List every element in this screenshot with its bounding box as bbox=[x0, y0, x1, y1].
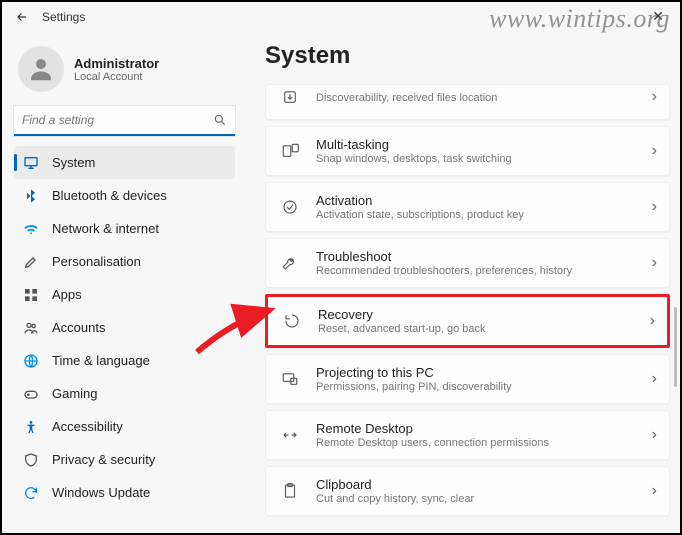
card-multitasking[interactable]: Multi-tasking Snap windows, desktops, ta… bbox=[265, 126, 670, 176]
card-sub: Permissions, pairing PIN, discoverabilit… bbox=[316, 381, 652, 393]
sidebar-item-privacy[interactable]: Privacy & security bbox=[14, 443, 235, 476]
chevron-icon: › bbox=[652, 88, 657, 106]
card-clipboard[interactable]: Clipboard Cut and copy history, sync, cl… bbox=[265, 466, 670, 516]
sidebar-item-accessibility[interactable]: Accessibility bbox=[14, 410, 235, 443]
wifi-icon bbox=[22, 220, 40, 238]
shield-icon bbox=[22, 451, 40, 469]
search-input[interactable] bbox=[14, 106, 235, 136]
chevron-icon: › bbox=[652, 142, 657, 160]
accounts-icon bbox=[22, 319, 40, 337]
settings-list: Discoverability, received files location… bbox=[265, 84, 670, 516]
sidebar-item-label: Time & language bbox=[52, 353, 150, 368]
clipboard-icon bbox=[278, 479, 302, 503]
sidebar-item-time[interactable]: Time & language bbox=[14, 344, 235, 377]
remote-icon bbox=[278, 423, 302, 447]
card-sub: Discoverability, received files location bbox=[316, 92, 652, 104]
sidebar-item-label: Bluetooth & devices bbox=[52, 188, 167, 203]
card-title: Remote Desktop bbox=[316, 421, 652, 436]
window-title: Settings bbox=[42, 10, 85, 24]
card-title: Projecting to this PC bbox=[316, 365, 652, 380]
card-sub: Reset, advanced start-up, go back bbox=[318, 323, 650, 335]
update-icon bbox=[22, 484, 40, 502]
apps-icon bbox=[22, 286, 40, 304]
chevron-icon: › bbox=[652, 198, 657, 216]
chevron-icon: › bbox=[652, 370, 657, 388]
sidebar-item-update[interactable]: Windows Update bbox=[14, 476, 235, 509]
card-nearby-sharing[interactable]: Discoverability, received files location… bbox=[265, 84, 670, 120]
titlebar: Settings ✕ bbox=[2, 2, 680, 32]
paint-icon bbox=[22, 253, 40, 271]
sidebar-item-label: Windows Update bbox=[52, 485, 150, 500]
sidebar-item-label: Privacy & security bbox=[52, 452, 155, 467]
card-projecting[interactable]: Projecting to this PC Permissions, pairi… bbox=[265, 354, 670, 404]
main-panel: System Discoverability, received files l… bbox=[247, 32, 680, 533]
card-recovery[interactable]: Recovery Reset, advanced start-up, go ba… bbox=[265, 294, 670, 348]
card-title: Troubleshoot bbox=[316, 249, 652, 264]
back-button[interactable] bbox=[10, 5, 34, 29]
user-sub: Local Account bbox=[74, 71, 159, 83]
sidebar-item-label: System bbox=[52, 155, 95, 170]
sidebar-item-label: Gaming bbox=[52, 386, 98, 401]
nav-list: System Bluetooth & devices Network & int… bbox=[14, 146, 235, 509]
card-title: Recovery bbox=[318, 307, 650, 322]
sidebar-item-label: Accounts bbox=[52, 320, 105, 335]
scrollbar[interactable] bbox=[672, 67, 678, 529]
accessibility-icon bbox=[22, 418, 40, 436]
chevron-icon: › bbox=[652, 254, 657, 272]
user-block[interactable]: Administrator Local Account bbox=[18, 46, 235, 92]
page-title: System bbox=[265, 42, 670, 70]
sidebar-item-accounts[interactable]: Accounts bbox=[14, 311, 235, 344]
bluetooth-icon bbox=[22, 187, 40, 205]
sidebar-item-personalisation[interactable]: Personalisation bbox=[14, 245, 235, 278]
share-icon bbox=[278, 85, 302, 109]
card-remote-desktop[interactable]: Remote Desktop Remote Desktop users, con… bbox=[265, 410, 670, 460]
sidebar-item-label: Apps bbox=[52, 287, 82, 302]
close-button[interactable]: ✕ bbox=[644, 6, 672, 27]
chevron-icon: › bbox=[652, 482, 657, 500]
chevron-icon: › bbox=[652, 426, 657, 444]
sidebar-item-label: Accessibility bbox=[52, 419, 123, 434]
sidebar: Administrator Local Account System Bluet… bbox=[2, 32, 247, 533]
card-activation[interactable]: Activation Activation state, subscriptio… bbox=[265, 182, 670, 232]
sidebar-item-gaming[interactable]: Gaming bbox=[14, 377, 235, 410]
project-icon bbox=[278, 367, 302, 391]
card-sub: Activation state, subscriptions, product… bbox=[316, 209, 652, 221]
settings-window: www.wintips.org Settings ✕ Administrator… bbox=[2, 2, 680, 533]
recovery-icon bbox=[280, 309, 304, 333]
wrench-icon bbox=[278, 251, 302, 275]
chevron-icon: › bbox=[650, 312, 655, 330]
card-sub: Recommended troubleshooters, preferences… bbox=[316, 265, 652, 277]
card-sub: Remote Desktop users, connection permiss… bbox=[316, 437, 652, 449]
activation-icon bbox=[278, 195, 302, 219]
card-sub: Cut and copy history, sync, clear bbox=[316, 493, 652, 505]
user-name: Administrator bbox=[74, 56, 159, 71]
globe-icon bbox=[22, 352, 40, 370]
sidebar-item-apps[interactable]: Apps bbox=[14, 278, 235, 311]
sidebar-item-network[interactable]: Network & internet bbox=[14, 212, 235, 245]
multitask-icon bbox=[278, 139, 302, 163]
sidebar-item-bluetooth[interactable]: Bluetooth & devices bbox=[14, 179, 235, 212]
card-troubleshoot[interactable]: Troubleshoot Recommended troubleshooters… bbox=[265, 238, 670, 288]
card-title: Multi-tasking bbox=[316, 137, 652, 152]
sidebar-item-label: Network & internet bbox=[52, 221, 159, 236]
sidebar-item-label: Personalisation bbox=[52, 254, 141, 269]
content-area: Administrator Local Account System Bluet… bbox=[2, 32, 680, 533]
avatar bbox=[18, 46, 64, 92]
gaming-icon bbox=[22, 385, 40, 403]
card-title: Activation bbox=[316, 193, 652, 208]
card-title: Clipboard bbox=[316, 477, 652, 492]
scrollbar-thumb[interactable] bbox=[674, 307, 677, 387]
system-icon bbox=[22, 154, 40, 172]
sidebar-item-system[interactable]: System bbox=[14, 146, 235, 179]
search-wrap bbox=[14, 106, 235, 136]
search-icon bbox=[213, 113, 227, 132]
card-sub: Snap windows, desktops, task switching bbox=[316, 153, 652, 165]
